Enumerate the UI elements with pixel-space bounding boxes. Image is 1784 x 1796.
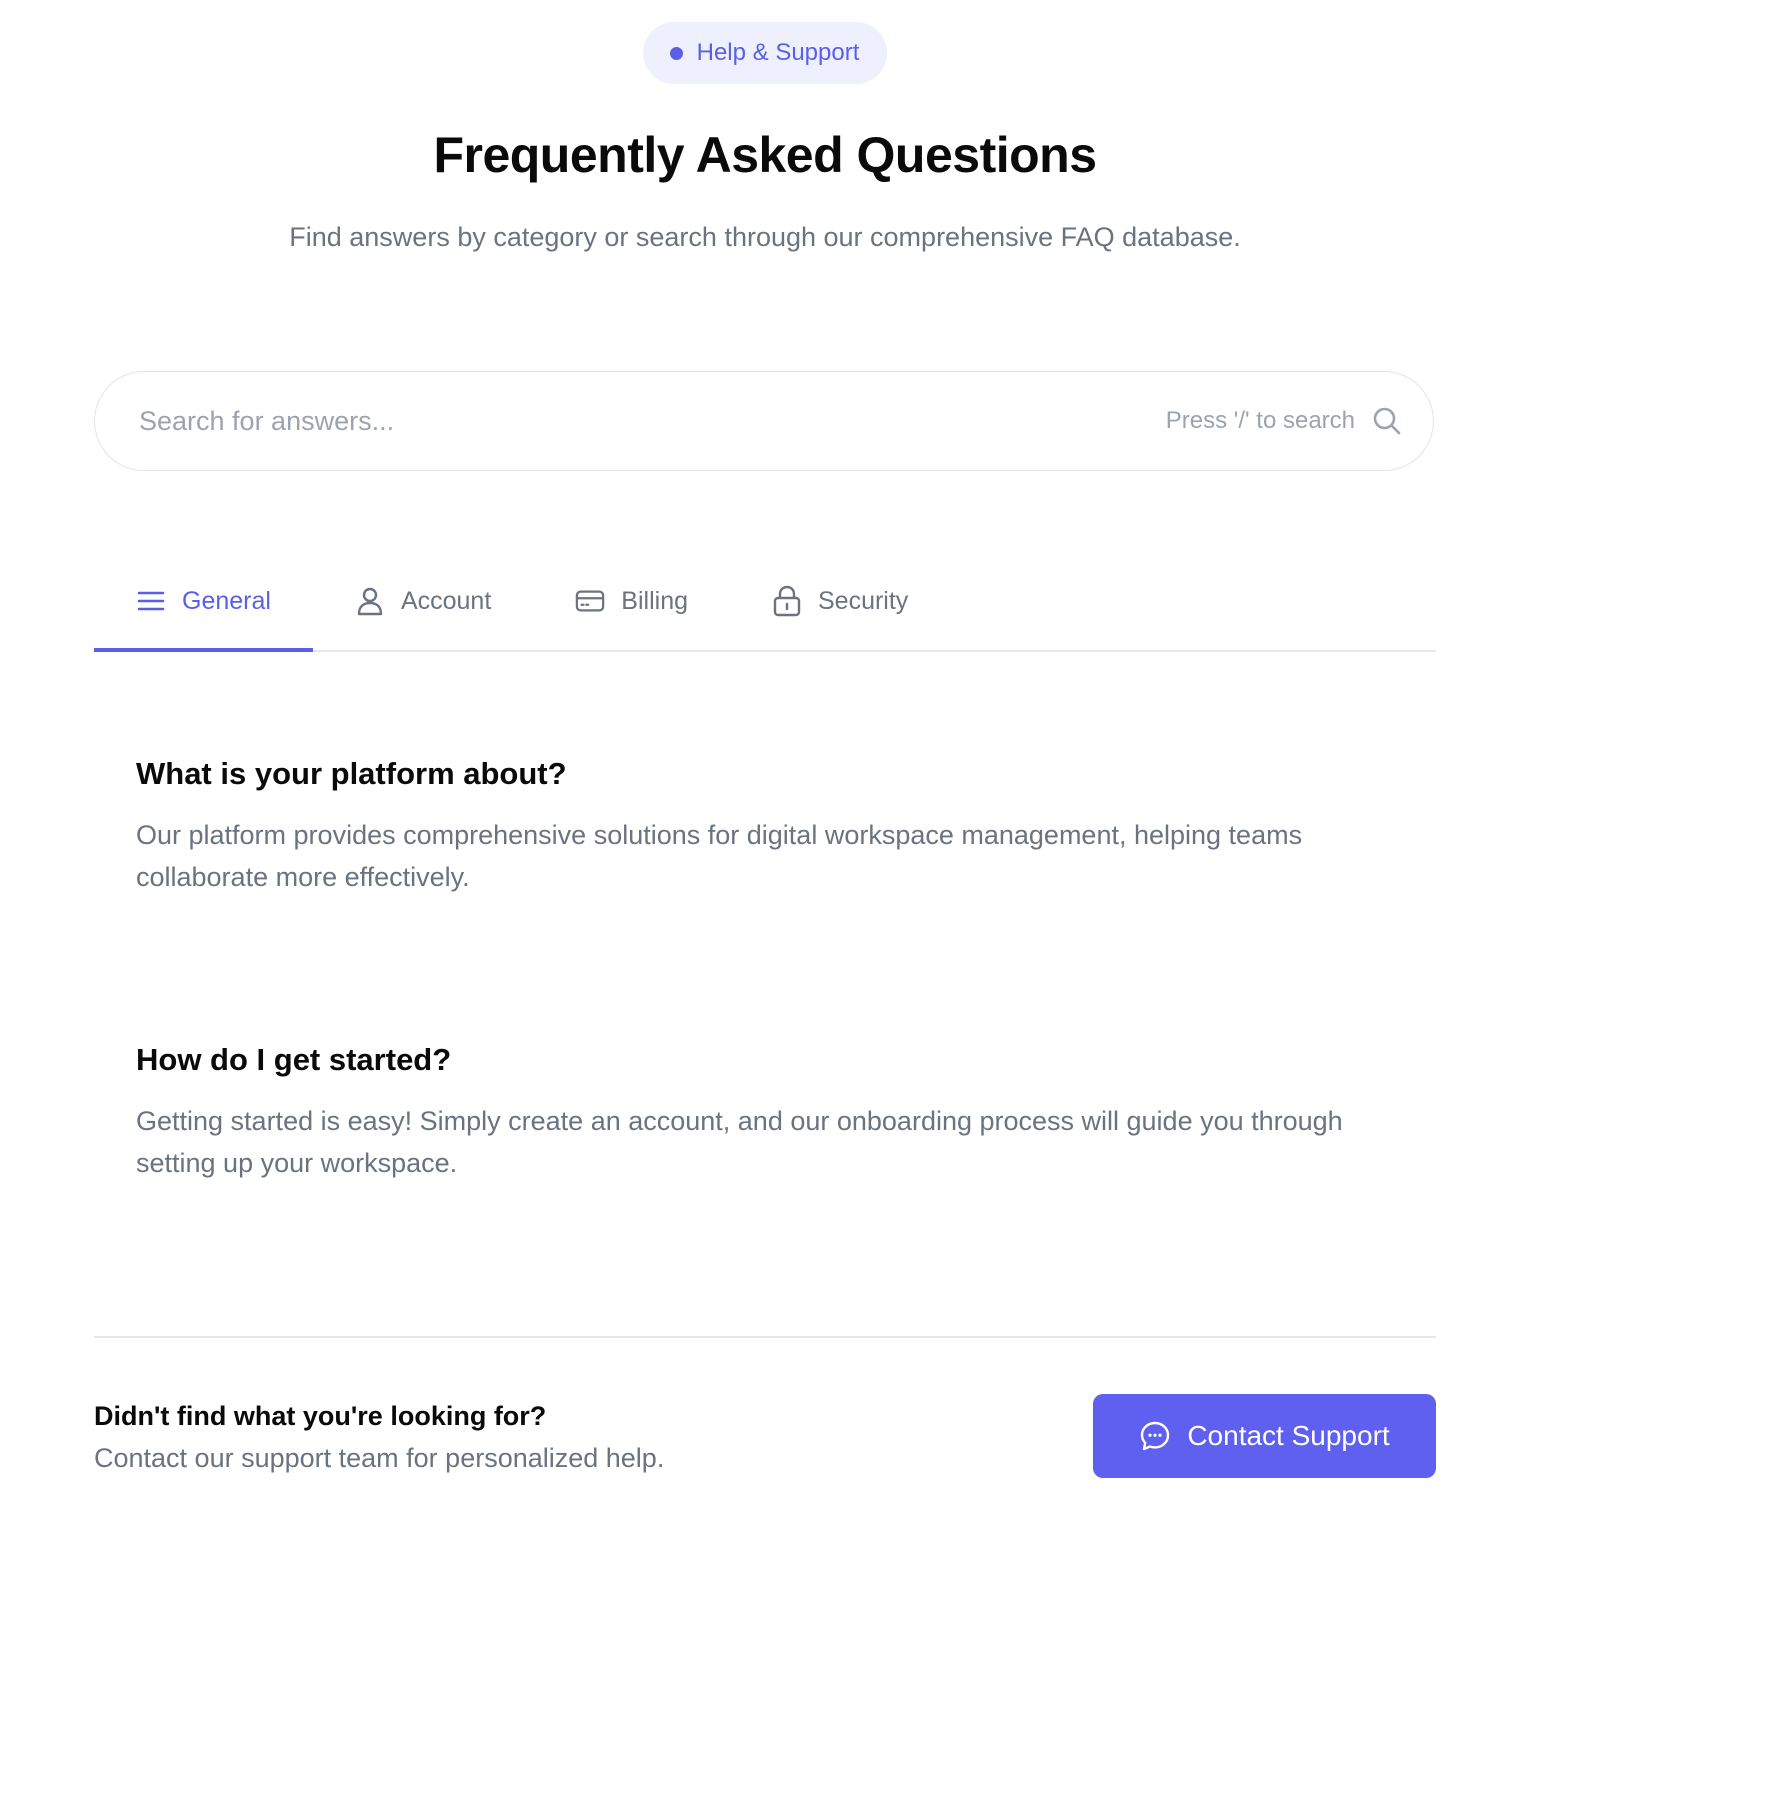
tab-label: General	[182, 586, 271, 615]
footer-title: Didn't find what you're looking for?	[94, 1401, 547, 1431]
search-input[interactable]	[137, 404, 1166, 438]
tab-security[interactable]: Security	[730, 552, 950, 650]
faq-item: How do I get started? Getting started is…	[136, 1040, 1396, 1184]
search-icon[interactable]	[1371, 405, 1403, 437]
chat-bubble-icon	[1139, 1420, 1171, 1452]
category-tabs: General Account Billing Security	[94, 552, 1436, 652]
contact-support-label: Contact Support	[1187, 1420, 1390, 1451]
contact-support-button[interactable]: Contact Support	[1093, 1394, 1436, 1478]
footer-text: Contact our support team for personalize…	[94, 1443, 665, 1473]
tab-label: Account	[400, 586, 492, 615]
menu-icon	[136, 586, 166, 616]
dot-icon	[669, 46, 683, 60]
faq-answer: Getting started is easy! Simply create a…	[136, 1106, 1343, 1178]
help-support-badge: Help & Support	[642, 22, 888, 84]
search-bar[interactable]: Press '/' to search	[94, 371, 1434, 471]
badge-wrapper: Help & Support	[94, 22, 1436, 84]
page-title: Frequently Asked Questions	[433, 127, 1097, 183]
lock-icon	[772, 585, 802, 617]
user-icon	[355, 586, 385, 616]
footer-divider	[94, 1336, 1436, 1338]
tab-account[interactable]: Account	[313, 552, 533, 650]
faq-item: What is your platform about? Our platfor…	[136, 754, 1396, 898]
credit-card-icon	[575, 586, 605, 616]
tab-billing[interactable]: Billing	[533, 552, 730, 650]
search-shortcut-hint: Press '/' to search	[1165, 407, 1355, 434]
tab-label: Security	[818, 586, 909, 615]
faq-question: How do I get started?	[136, 1042, 452, 1077]
badge-label: Help & Support	[696, 39, 860, 66]
tab-general[interactable]: General	[94, 552, 313, 652]
page-subtitle: Find answers by category or search throu…	[289, 222, 1241, 252]
faq-question: What is your platform about?	[136, 756, 567, 791]
faq-answer: Our platform provides comprehensive solu…	[136, 820, 1303, 892]
tab-label: Billing	[621, 586, 688, 615]
